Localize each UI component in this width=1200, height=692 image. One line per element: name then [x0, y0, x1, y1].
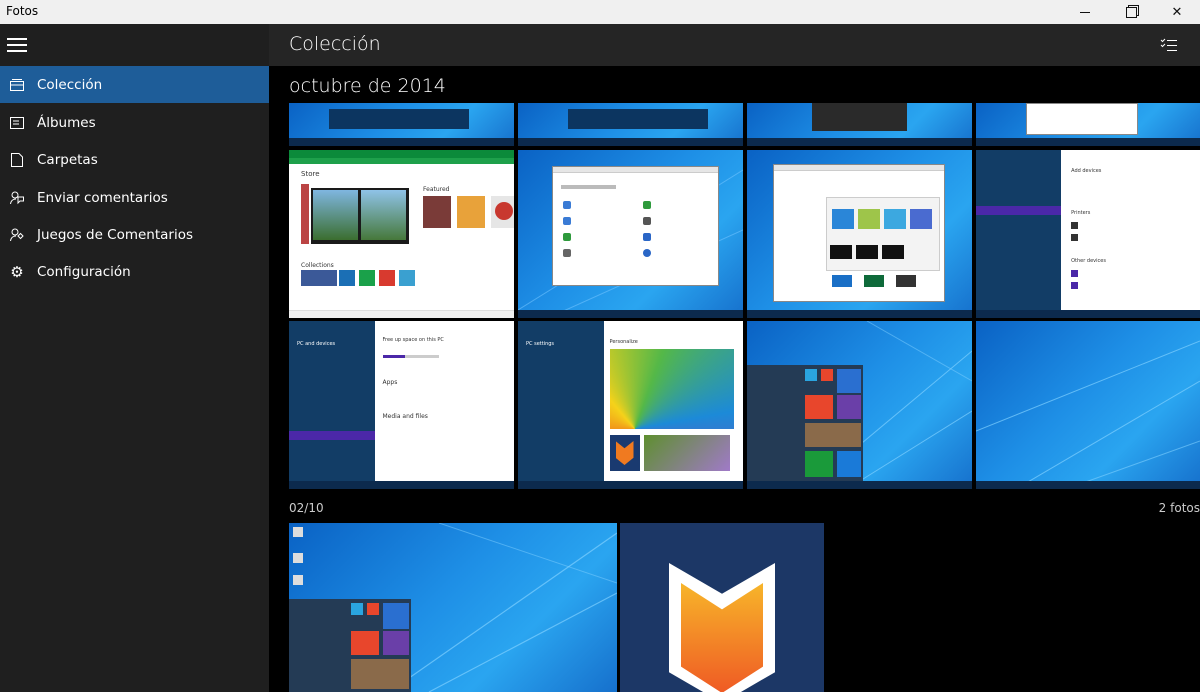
folder-icon — [10, 152, 24, 167]
close-button[interactable]: ✕ — [1154, 0, 1200, 24]
store-title: Store — [301, 170, 320, 178]
window-title: Fotos — [6, 4, 39, 18]
album-icon — [10, 116, 24, 130]
header: Colección — [269, 24, 1200, 66]
group-title: octubre de 2014 — [289, 75, 446, 97]
media-label: Media and files — [382, 413, 428, 420]
photo-thumbnail[interactable] — [518, 150, 743, 318]
other-devices-label: Other devices — [1071, 258, 1106, 264]
main-content: Colección octubre de 2014 Store Featured — [269, 24, 1200, 692]
photo-thumbnail[interactable] — [976, 103, 1200, 146]
pc-devices-label: PC and devices — [297, 341, 336, 347]
sidebar-item-label: Colección — [37, 76, 103, 93]
sidebar: Colección Álbumes Carpetas Enviar coment… — [0, 24, 269, 692]
maximize-icon — [1125, 6, 1137, 18]
minimize-button[interactable] — [1062, 0, 1108, 24]
sidebar-item-label: Configuración — [37, 263, 131, 280]
photo-thumbnail[interactable]: Store Featured Collections — [289, 150, 514, 318]
collection-icon — [10, 78, 24, 92]
photo-thumbnail[interactable] — [289, 523, 617, 692]
add-devices-label: Add devices — [1071, 168, 1102, 174]
personalize-label: Personalize — [609, 339, 638, 345]
gear-icon: ⚙ — [10, 262, 24, 281]
free-up-label: Free up space on this PC — [382, 337, 444, 343]
sidebar-item-label: Juegos de Comentarios — [37, 226, 194, 243]
photo-thumbnail[interactable] — [289, 103, 514, 146]
photo-thumbnail[interactable] — [976, 321, 1200, 489]
hamburger-icon[interactable] — [7, 38, 27, 52]
select-multiple-icon[interactable] — [1160, 37, 1178, 51]
sidebar-item-albumes[interactable]: Álbumes — [0, 104, 269, 141]
page-title: Colección — [289, 33, 381, 55]
sidebar-item-enviar-comentarios[interactable]: Enviar comentarios — [0, 179, 269, 216]
group-date: 02/10 — [289, 501, 324, 515]
title-bar: Fotos ✕ — [0, 0, 1200, 24]
sidebar-item-coleccion[interactable]: Colección — [0, 66, 269, 103]
printers-label: Printers — [1071, 210, 1091, 216]
group-count: 2 fotos — [1158, 501, 1200, 515]
photo-thumbnail[interactable]: Add devices Printers Other devices — [976, 150, 1200, 318]
sidebar-item-carpetas[interactable]: Carpetas — [0, 141, 269, 178]
store-collections: Collections — [301, 262, 334, 269]
minimize-icon — [1080, 11, 1090, 13]
apps-label: Apps — [382, 379, 398, 386]
feedback-icon — [10, 191, 24, 205]
photo-thumbnail[interactable] — [747, 321, 972, 489]
photo-thumbnail[interactable]: PC settings Personalize — [518, 321, 743, 489]
sidebar-item-configuracion[interactable]: ⚙ Configuración — [0, 253, 269, 290]
maximize-button[interactable] — [1108, 0, 1154, 24]
sidebar-item-juegos-de-comentarios[interactable]: Juegos de Comentarios — [0, 216, 269, 253]
close-icon: ✕ — [1171, 4, 1183, 20]
photo-thumbnail[interactable] — [747, 103, 972, 146]
photo-thumbnail[interactable]: PC and devices Free up space on this PC … — [289, 321, 514, 489]
photo-thumbnail[interactable] — [518, 103, 743, 146]
sidebar-item-label: Enviar comentarios — [37, 189, 168, 206]
sidebar-item-label: Carpetas — [37, 151, 98, 168]
pc-settings-label: PC settings — [526, 341, 555, 347]
sidebar-item-label: Álbumes — [37, 114, 96, 131]
photo-thumbnail[interactable] — [620, 523, 824, 692]
photo-thumbnail[interactable] — [747, 150, 972, 318]
feedback-games-icon — [10, 228, 24, 242]
store-featured: Featured — [423, 186, 450, 193]
